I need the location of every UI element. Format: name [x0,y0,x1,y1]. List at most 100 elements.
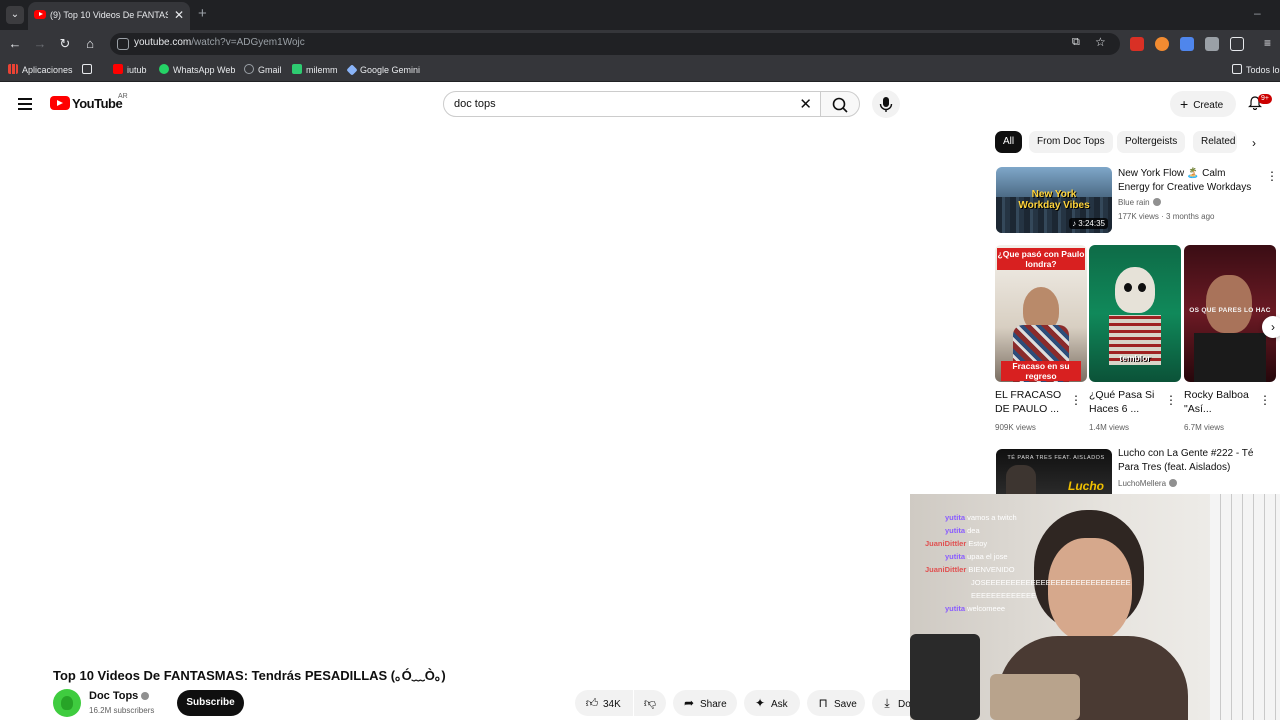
gemini-icon [346,64,358,76]
install-icon[interactable]: ⧉ [1072,36,1080,49]
short-title[interactable]: ¿Qué Pasa Si Haces 6 ... [1089,388,1161,416]
bookmark-gemini[interactable]: Google Gemini [346,63,420,77]
forward-button[interactable]: → [31,35,49,53]
back-button[interactable]: ← [6,35,24,53]
subscribe-button[interactable]: Subscribe [177,690,244,716]
clear-search-icon[interactable]: ✕ [799,95,812,113]
verified-icon [1169,479,1178,487]
tab-close-icon[interactable]: ✕ [174,8,184,22]
more-options-icon[interactable]: ⋮ [1266,170,1278,182]
channel-name[interactable]: Blue rain [1118,198,1161,207]
video-thumbnail[interactable]: New York Workday Vibes ♪ 3:24:35 [996,167,1112,233]
bookmark-grid[interactable] [82,63,96,77]
video-duration: ♪ 3:24:35 [1069,218,1108,229]
video-thumbnail[interactable]: TÉ PARA TRES FEAT. AISLADOS Lucho [996,449,1112,494]
country-code: AR [118,93,128,100]
site-info-icon[interactable] [117,38,129,50]
bookmark-gmail[interactable]: Gmail [244,63,282,77]
channel-avatar[interactable] [53,689,81,717]
short-overlay-top: ¿Que pasó con Paulo londra? [997,248,1085,270]
chat-message: JuaniDittler BIENVENIDO [925,565,1015,574]
address-url: youtube.com/watch?v=ADGyem1Wojc [134,37,305,48]
download-button[interactable]: ⤓ Do [872,690,910,716]
whatsapp-icon [159,64,169,74]
video-title[interactable]: Lucho con La Gente #222 - Té Para Tres (… [1118,447,1258,475]
extension-icon[interactable] [1155,37,1169,51]
dislike-button[interactable]: 👎︎ [634,690,666,716]
short-title[interactable]: Rocky Balboa "Así... [1184,388,1256,416]
chip-related[interactable]: Related [1193,131,1237,153]
more-options-icon[interactable]: ⋮ [1070,394,1082,406]
bookmark-apps[interactable]: Aplicaciones [8,63,73,77]
channel-name[interactable]: LuchoMellera [1118,479,1178,488]
extensions-puzzle-icon[interactable] [1230,37,1244,51]
chips-next-icon[interactable]: › [1252,136,1256,150]
thumbs-down-icon: 👎︎ [643,696,657,710]
bookmark-star-icon[interactable]: ☆ [1095,35,1106,49]
skull-figure [1115,267,1155,313]
extension-icon[interactable] [1205,37,1219,51]
address-bar[interactable]: youtube.com/watch?v=ADGyem1Wojc ⧉ ☆ [110,33,1120,55]
browser-toolbar: ← → ↻ ⌂ youtube.com/watch?v=ADGyem1Wojc … [0,30,1280,58]
create-button[interactable]: + Create [1170,91,1236,117]
bookmark-milemm[interactable]: milemm [292,63,338,77]
youtube-logo-icon[interactable] [50,96,70,110]
extension-icon[interactable] [1180,37,1194,51]
like-button[interactable]: 👍︎ 34K [575,690,633,716]
youtube-logo-text[interactable]: YouTube [72,96,123,111]
reload-button[interactable]: ↻ [56,35,74,53]
browser-menu-icon[interactable]: ≡ [1264,36,1271,50]
voice-search-button[interactable] [872,90,900,118]
search-input[interactable]: doc tops ✕ [443,91,821,117]
folder-icon [1232,64,1242,74]
chip-all[interactable]: All [995,131,1023,153]
new-tab-button[interactable]: + [198,5,207,22]
window-blinds [1210,494,1280,720]
browser-tab-bar: ⌄ (9) Top 10 Videos De FANTASMAS ✕ + – [0,0,1280,30]
chip-poltergeists[interactable]: Poltergeists [1117,131,1186,153]
chat-message: yutita vamos a twitch [945,513,1017,522]
bookmark-whatsapp[interactable]: WhatsApp Web [159,63,235,77]
video-player[interactable] [0,124,910,660]
short-title[interactable]: EL FRACASO DE PAULO ... [995,388,1067,416]
chip-from-doc-tops[interactable]: From Doc Tops [1029,131,1113,153]
notification-badge: 9+ [1258,94,1272,104]
chat-message: JOSEEEEEEEEEEEEEEEEEEEEEEEEEEEEE [971,578,1131,587]
more-options-icon[interactable]: ⋮ [1165,394,1177,406]
share-button[interactable]: ➦ Share [673,690,737,716]
grid-icon [82,64,92,74]
channel-name-main[interactable]: Doc Tops [89,690,150,702]
lucho-logo: Lucho [1068,479,1104,493]
shorts-next-button[interactable]: › [1262,316,1280,338]
chat-message: JuaniDittler Estoy [925,539,988,548]
skull-eye [1124,283,1132,292]
extension-icon[interactable] [1130,37,1144,51]
bookmark-iutub[interactable]: iutub [113,63,147,77]
video-title-main: Top 10 Videos De FANTASMAS: Tendrás PESA… [53,668,446,683]
menu-icon[interactable] [18,98,32,110]
thumbs-up-icon: 👍︎ [585,696,599,710]
save-button[interactable]: ⊓ Save [807,690,865,716]
video-meta: 177K views · 3 months ago [1118,212,1215,221]
tab-search-button[interactable]: ⌄ [6,6,24,24]
all-bookmarks[interactable]: Todos los [1232,63,1280,77]
home-button[interactable]: ⌂ [81,35,99,53]
subscriber-count: 16.2M subscribers [89,706,155,715]
short-thumbnail[interactable]: temblor [1089,245,1181,382]
chat-message: yutita dea [945,526,980,535]
video-title[interactable]: New York Flow 🏝️ Calm Energy for Creativ… [1118,167,1258,195]
bookmarks-bar: Aplicaciones iutub WhatsApp Web Gmail mi… [0,58,1280,82]
more-options-icon[interactable]: ⋮ [1259,394,1271,406]
minimize-icon[interactable]: – [1254,6,1261,20]
search-query: doc tops [454,98,496,110]
browser-tab[interactable]: (9) Top 10 Videos De FANTASMAS ✕ [28,2,190,30]
ask-button[interactable]: ✦ Ask [744,690,800,716]
short-thumbnail[interactable]: ¿Que pasó con Paulo londra? Fracaso en s… [995,245,1087,382]
verified-icon [141,692,150,700]
bookmark-icon: ⊓ [818,696,828,710]
chat-message: yutita upaa el jose [945,552,1008,561]
short-thumbnail[interactable]: OS QUE PARES LO HAC [1184,245,1276,382]
skull-eye [1138,283,1146,292]
verified-icon [1152,198,1161,206]
search-button[interactable] [820,91,860,117]
